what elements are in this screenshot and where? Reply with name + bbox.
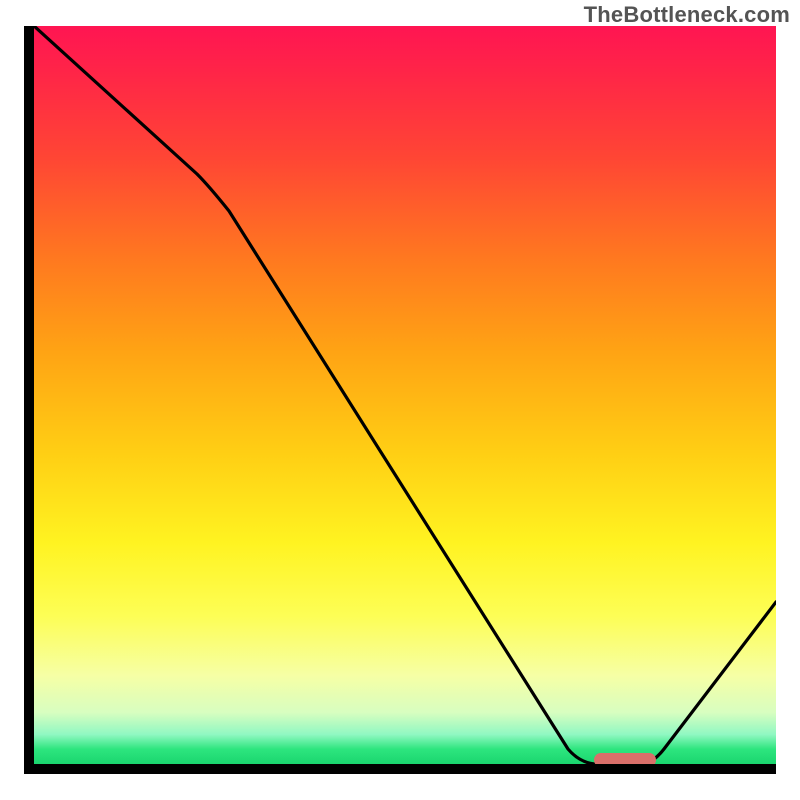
y-axis	[24, 26, 34, 774]
optimal-range-marker	[594, 753, 656, 764]
chart-stage: TheBottleneck.com	[0, 0, 800, 800]
watermark-text: TheBottleneck.com	[584, 2, 790, 28]
bottleneck-curve	[34, 26, 776, 764]
plot-area	[34, 26, 776, 764]
x-axis	[24, 764, 776, 774]
curve-layer	[34, 26, 776, 764]
